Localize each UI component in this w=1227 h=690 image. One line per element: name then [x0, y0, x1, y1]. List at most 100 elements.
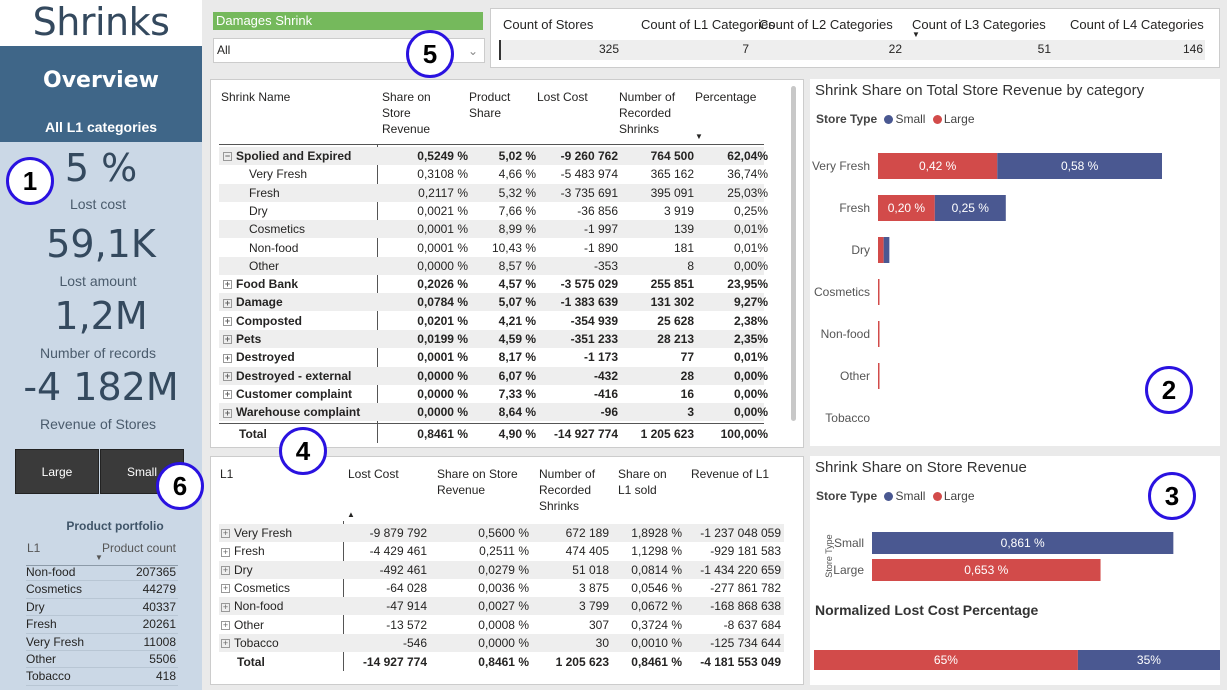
bar-large[interactable]	[878, 363, 880, 389]
cell: -492 461	[379, 562, 427, 577]
portfolio-row[interactable]: Other 5506	[26, 651, 178, 669]
table-row[interactable]: Very Fresh 0,3108 % 4,66 % -5 483 974 365 16…	[219, 165, 768, 183]
bar-large[interactable]	[878, 321, 880, 347]
table-row[interactable]: + Other -13 572 0,0008 % 307 0,3724 % -8 637 6…	[219, 616, 784, 634]
expand-icon[interactable]: +	[221, 602, 230, 612]
table-row[interactable]: Cosmetics 0,0001 % 8,99 % -1 997 139 0,01%	[219, 220, 768, 239]
table-row[interactable]: + Very Fresh -9 879 792 0,5600 % 672 189 1,89…	[219, 524, 784, 542]
expand-icon[interactable]: +	[223, 317, 232, 327]
portfolio-col-count[interactable]: Product count	[102, 541, 176, 555]
collapse-icon[interactable]: −	[223, 152, 232, 162]
col-percentage[interactable]: Percentage	[695, 89, 756, 105]
table-row[interactable]: + Food Bank 0,2026 % 4,57 % -3 575 029 255 85…	[219, 275, 768, 293]
col-share-store-revenue[interactable]: Share on Store Revenue	[382, 89, 452, 137]
table-row[interactable]: + Pets 0,0199 % 4,59 % -351 233 28 213 2,35%	[219, 330, 768, 348]
legend-large-label[interactable]: Large	[944, 489, 975, 503]
cell: -1 890	[583, 240, 618, 255]
expand-icon[interactable]: +	[221, 565, 230, 575]
table-row[interactable]: Fresh 0,2117 % 5,32 % -3 735 691 395 091 25,0…	[219, 183, 768, 202]
count-l4-label: Count of L4 Categories	[1070, 17, 1204, 32]
cell: 4,21 %	[498, 313, 536, 328]
bar-large[interactable]	[878, 279, 880, 305]
col-product-share[interactable]: Product Share	[469, 89, 529, 121]
col-recorded-shrinks[interactable]: Number of Recorded Shrinks	[619, 89, 691, 137]
cell: 0,00%	[733, 386, 768, 401]
col-revenue-l1[interactable]: Revenue of L1	[691, 466, 769, 482]
table-row[interactable]: Dry 0,0021 % 7,66 % -36 856 3 919 0,25%	[219, 202, 768, 220]
cell: 0,0201 %	[417, 313, 468, 328]
table-row[interactable]: + Destroyed 0,0001 % 8,17 % -1 173 77 0,01%	[219, 348, 768, 366]
sidebar: Overview All L1 categories 5 % Lost cost…	[0, 46, 202, 690]
legend-small-label[interactable]: Small	[895, 489, 925, 503]
table-row[interactable]: + Non-food -47 914 0,0027 % 3 799 0,0672 % -16…	[219, 597, 784, 616]
table-row[interactable]: + Warehouse complaint 0,0000 % 8,64 % -96 3 0,…	[219, 403, 768, 422]
cell: 395 091	[650, 185, 694, 200]
col-l1[interactable]: L1	[220, 466, 233, 482]
expand-icon[interactable]: +	[221, 620, 230, 630]
legend-large-label[interactable]: Large	[944, 112, 975, 126]
expand-icon[interactable]: +	[221, 529, 230, 539]
portfolio-col-l1[interactable]: L1	[27, 541, 40, 555]
portfolio-l1: Other	[26, 652, 57, 666]
row-name: Fresh	[249, 184, 280, 202]
cell: 6,07 %	[498, 368, 536, 383]
col-shrink-name[interactable]: Shrink Name	[221, 89, 290, 105]
portfolio-row[interactable]: Dry 40337	[26, 599, 178, 617]
table-row[interactable]: Non-food 0,0001 % 10,43 % -1 890 181 0,01%	[219, 239, 768, 257]
portfolio-row[interactable]: Tobacco 418	[26, 668, 178, 686]
table-row[interactable]: + Cosmetics -64 028 0,0036 % 3 875 0,0546 % -2…	[219, 579, 784, 597]
bar-small[interactable]	[883, 237, 890, 263]
table-row[interactable]: + Damage 0,0784 % 5,07 % -1 383 639 131 302 9,…	[219, 293, 768, 312]
col-share-l1-sold[interactable]: Share on L1 sold	[618, 466, 678, 498]
table-row[interactable]: + Composted 0,0201 % 4,21 % -354 939 25 628 2,…	[219, 312, 768, 330]
table-row[interactable]: − Spolied and Expired 0,5249 % 5,02 % -9 260…	[219, 147, 768, 165]
col-share-store-revenue[interactable]: Share on Store Revenue	[437, 466, 529, 498]
portfolio-row[interactable]: Fresh 20261	[26, 616, 178, 634]
col-recorded-shrinks[interactable]: Number of Recorded Shrinks	[539, 466, 609, 514]
expand-icon[interactable]: +	[223, 408, 232, 418]
cell: 0,0001 %	[417, 350, 468, 365]
portfolio-l1: Very Fresh	[26, 634, 85, 649]
cell: 7,33 %	[498, 386, 536, 401]
table-row[interactable]: + Customer complaint 0,0000 % 7,33 % -416 16 0…	[219, 385, 768, 403]
app-title-box: Shrinks	[0, 0, 202, 46]
legend-small-label[interactable]: Small	[895, 112, 925, 126]
row-name: + Food Bank	[223, 275, 298, 293]
table-row[interactable]: + Fresh -4 429 461 0,2511 % 474 405 1,1298 % -…	[219, 542, 784, 560]
cell: 0,0036 %	[478, 580, 529, 595]
col-lost-cost[interactable]: Lost Cost	[348, 466, 399, 482]
portfolio-row[interactable]: Cosmetics 44279	[26, 581, 178, 599]
expand-icon[interactable]: +	[223, 335, 232, 345]
chevron-down-icon[interactable]: ⌄	[468, 40, 478, 63]
category-tick-label: Fresh	[839, 201, 870, 215]
portfolio-row[interactable]: Very Fresh 11008	[26, 634, 178, 651]
expand-icon[interactable]: +	[223, 390, 232, 400]
expand-icon[interactable]: +	[223, 298, 232, 308]
expand-icon[interactable]: +	[223, 371, 232, 381]
row-name: + Very Fresh	[221, 524, 292, 542]
expand-icon[interactable]: +	[221, 584, 230, 594]
expand-icon[interactable]: +	[223, 280, 232, 290]
table-row[interactable]: Other 0,0000 % 8,57 % -353 8 0,00%	[219, 256, 768, 275]
table-row[interactable]: + Destroyed - external 0,0000 % 6,07 % -432 2…	[219, 366, 768, 385]
cell: -929 181 583	[710, 544, 781, 559]
cell: 1,1298 %	[631, 544, 682, 559]
large-store-button[interactable]: Large	[15, 449, 99, 494]
table-row[interactable]: + Tobacco -546 0,0000 % 30 0,0010 % -125 734 6…	[219, 633, 784, 652]
cell: 25,03%	[727, 185, 768, 200]
scrollbar[interactable]	[791, 86, 796, 421]
cell: 0,0008 %	[478, 617, 529, 632]
expand-icon[interactable]: +	[223, 353, 232, 363]
bar-large[interactable]	[878, 237, 884, 263]
cell: 672 189	[565, 526, 609, 540]
expand-icon[interactable]: +	[221, 547, 230, 557]
cell: -96	[600, 405, 618, 420]
portfolio-row[interactable]: Non-food 207365	[26, 564, 178, 582]
cell: 0,0000 %	[417, 386, 468, 401]
cell: 3 919	[663, 203, 694, 218]
portfolio-count: 5506	[149, 652, 176, 666]
table-row[interactable]: + Dry -492 461 0,0279 % 51 018 0,0814 % -1 434…	[219, 560, 784, 579]
col-lost-cost[interactable]: Lost Cost	[537, 89, 588, 105]
expand-icon[interactable]: +	[221, 639, 230, 649]
sort-down-icon: ▼	[912, 30, 920, 39]
